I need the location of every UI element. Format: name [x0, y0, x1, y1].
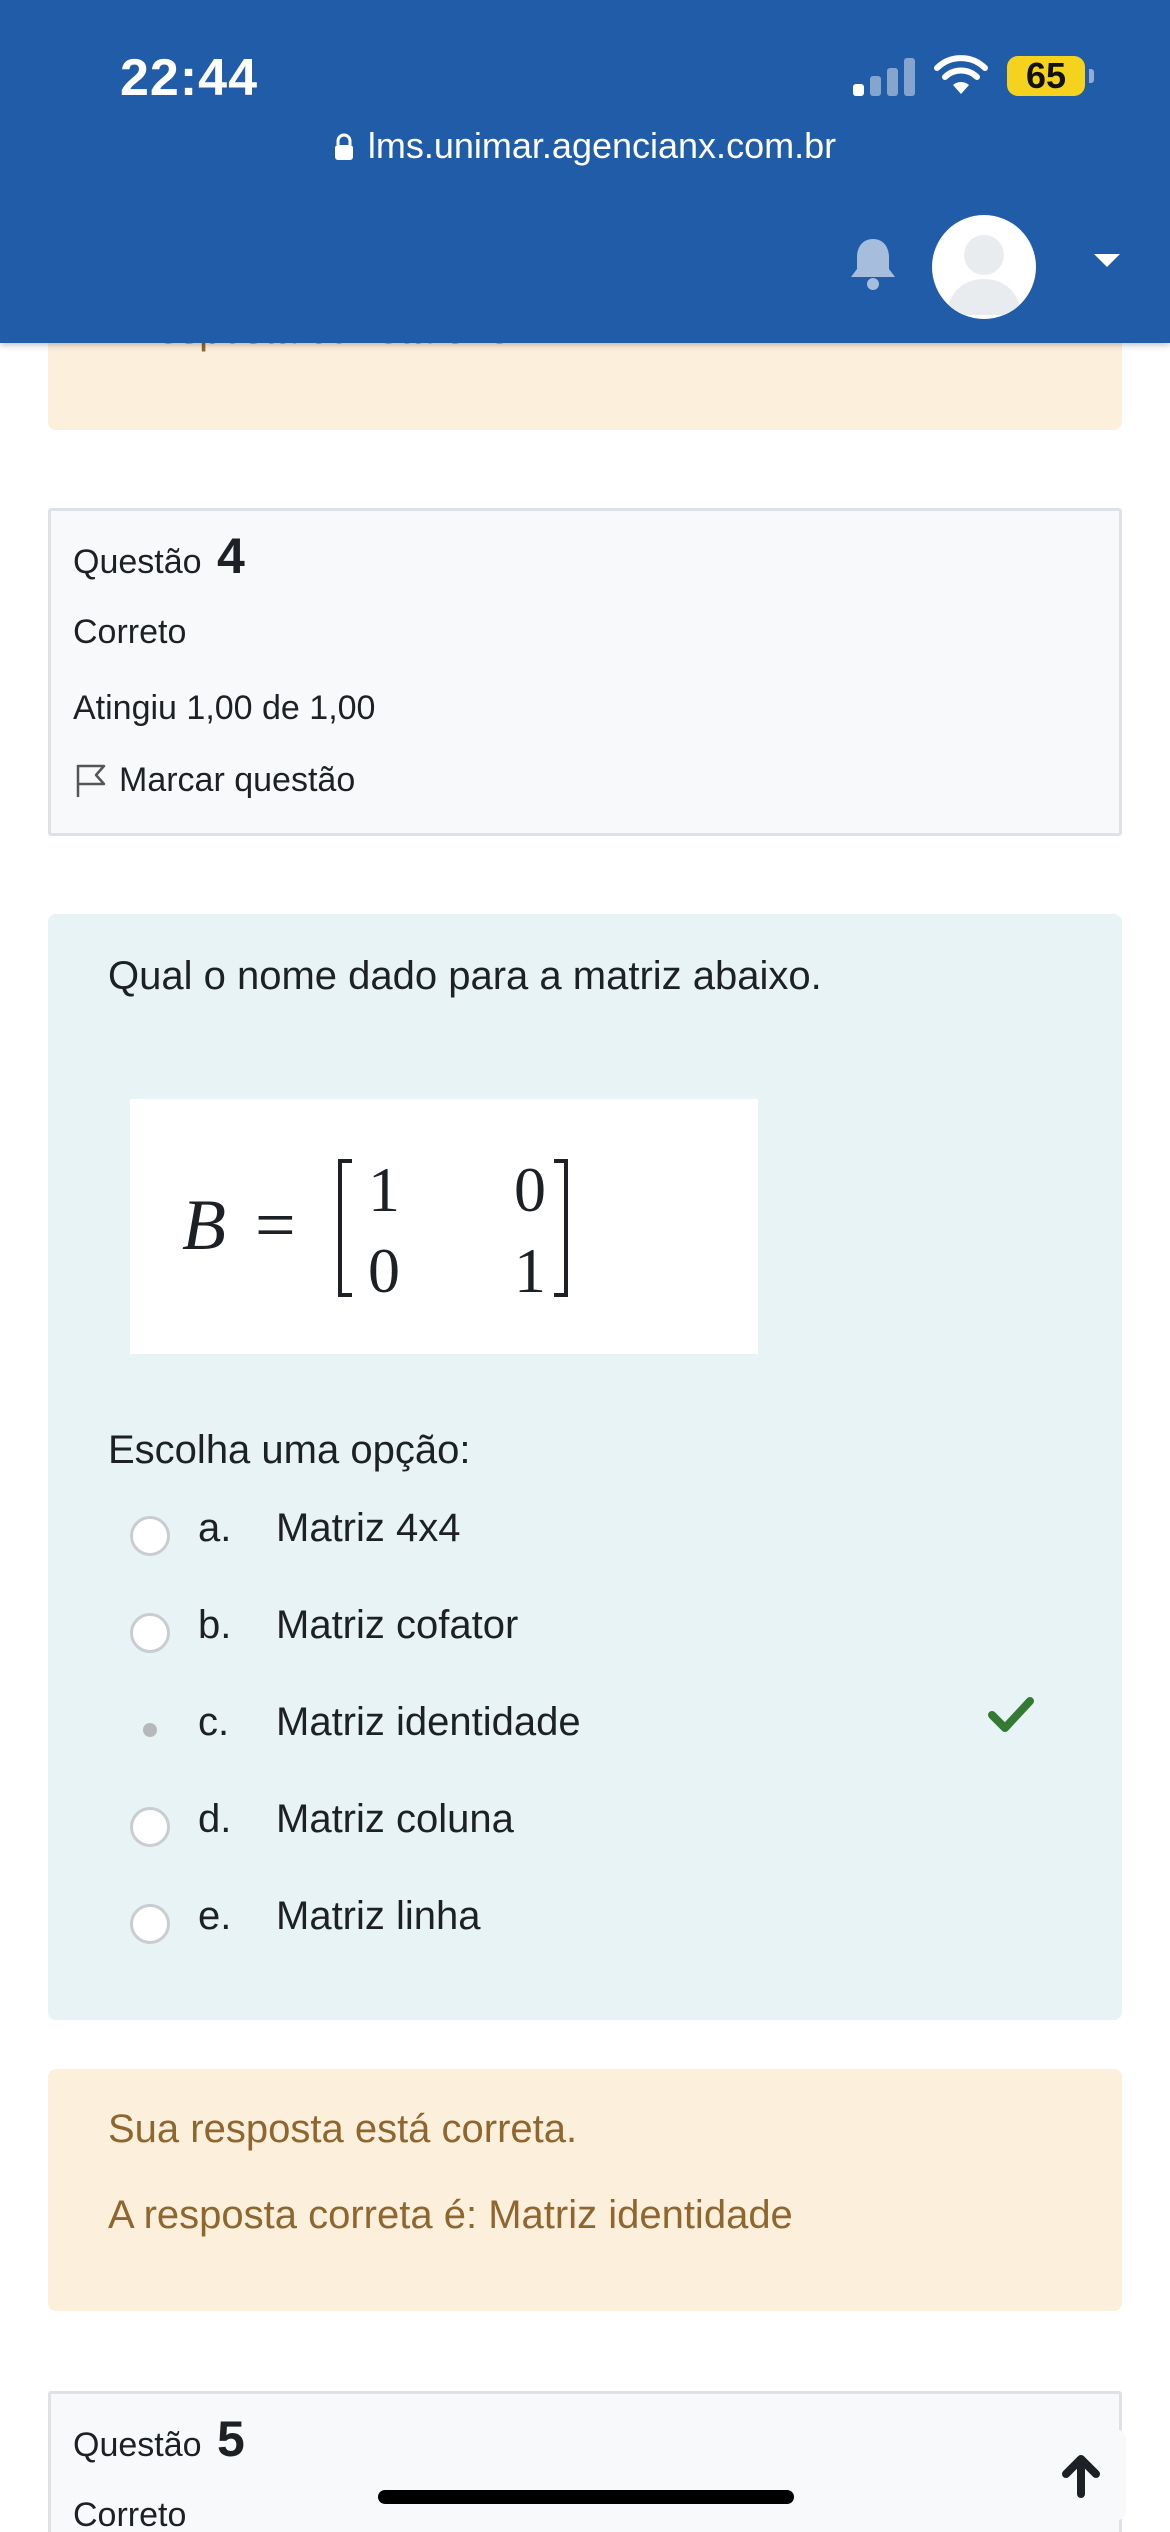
matrix-equals: = [255, 1185, 296, 1265]
option-label[interactable]: Matriz 4x4 [276, 1506, 461, 1551]
correct-answer-text: A resposta correta é: Matriz identidade [108, 2193, 793, 2237]
answer-prompt: Escolha uma opção: [108, 1428, 471, 1472]
matrix-cell: 1 [514, 1235, 546, 1306]
matrix-cell: 0 [368, 1235, 400, 1306]
question-number: Questão 5 [73, 2411, 245, 2467]
wifi-icon [934, 55, 988, 94]
option-letter: a. [198, 1506, 232, 1550]
battery-level: 65 [1025, 55, 1067, 96]
signal-icon [853, 58, 915, 96]
question-number: Questão 4 [73, 528, 245, 584]
matrix-cell: 1 [368, 1154, 400, 1225]
matrix-name: B [182, 1185, 226, 1265]
home-indicator[interactable] [378, 2490, 794, 2504]
user-icon [946, 235, 1022, 315]
option-letter: c. [198, 1700, 230, 1744]
question-5-info: Questão 5 Correto [48, 2391, 1122, 2532]
option-e-radio[interactable] [130, 1904, 170, 1944]
option-c-radio[interactable] [130, 1710, 170, 1750]
option-label[interactable]: Matriz coluna [276, 1797, 514, 1842]
option-letter: d. [198, 1797, 232, 1841]
matrix-cell: 0 [514, 1154, 546, 1225]
option-a-radio[interactable] [130, 1516, 170, 1556]
option-label[interactable]: Matriz linha [276, 1894, 481, 1939]
url-bar[interactable]: lms.unimar.agencianx.com.br [0, 125, 1170, 167]
question-state: Correto [73, 2496, 187, 2532]
option-b-radio[interactable] [130, 1613, 170, 1653]
option-letter: e. [198, 1894, 232, 1938]
url-text: lms.unimar.agencianx.com.br [367, 125, 837, 166]
question-4-info: Questão 4 Correto Atingiu 1,00 de 1,00 M… [48, 508, 1122, 836]
option-d[interactable]: d. Matriz coluna [48, 1789, 1122, 1869]
lock-icon [334, 133, 353, 160]
flag-question-link[interactable]: Marcar questão [73, 761, 355, 800]
option-label[interactable]: Matriz identidade [276, 1700, 581, 1745]
caret-down-icon[interactable] [1094, 254, 1120, 267]
correct-check-icon [988, 1697, 1034, 1732]
mobile-header: 22:44 65 lms.unimar.agencianx.com.br [0, 0, 1170, 343]
question-state: Correto [73, 613, 187, 651]
flag-icon [76, 764, 106, 797]
option-label[interactable]: Matriz cofator [276, 1603, 518, 1648]
option-a[interactable]: a. Matriz 4x4 [48, 1498, 1122, 1578]
feedback-message: Sua resposta está correta. [108, 2107, 578, 2151]
option-b[interactable]: b. Matriz cofator [48, 1595, 1122, 1675]
matrix-image: B = 1 0 0 1 [130, 1099, 758, 1354]
question-text: Qual o nome dado para a matriz abaixo. [108, 954, 822, 998]
question-formulation: Qual o nome dado para a matriz abaixo. B… [48, 914, 1122, 2020]
matrix-left-bracket [338, 1159, 352, 1297]
option-letter: b. [198, 1603, 232, 1647]
back-to-top-button[interactable] [1036, 2430, 1126, 2520]
avatar[interactable] [932, 215, 1036, 319]
question-grade: Atingiu 1,00 de 1,00 [73, 689, 376, 727]
battery-icon: 65 [1007, 55, 1094, 96]
question-feedback: Sua resposta está correta. A resposta co… [48, 2069, 1122, 2311]
bell-icon[interactable] [848, 235, 898, 291]
arrow-up-icon [1062, 2455, 1100, 2498]
status-time: 22:44 [120, 49, 258, 107]
flag-label: Marcar questão [119, 761, 356, 799]
option-d-radio[interactable] [130, 1807, 170, 1847]
option-c[interactable]: c. Matriz identidade [48, 1692, 1122, 1772]
matrix-right-bracket [554, 1159, 568, 1297]
option-e[interactable]: e. Matriz linha [48, 1886, 1122, 1966]
